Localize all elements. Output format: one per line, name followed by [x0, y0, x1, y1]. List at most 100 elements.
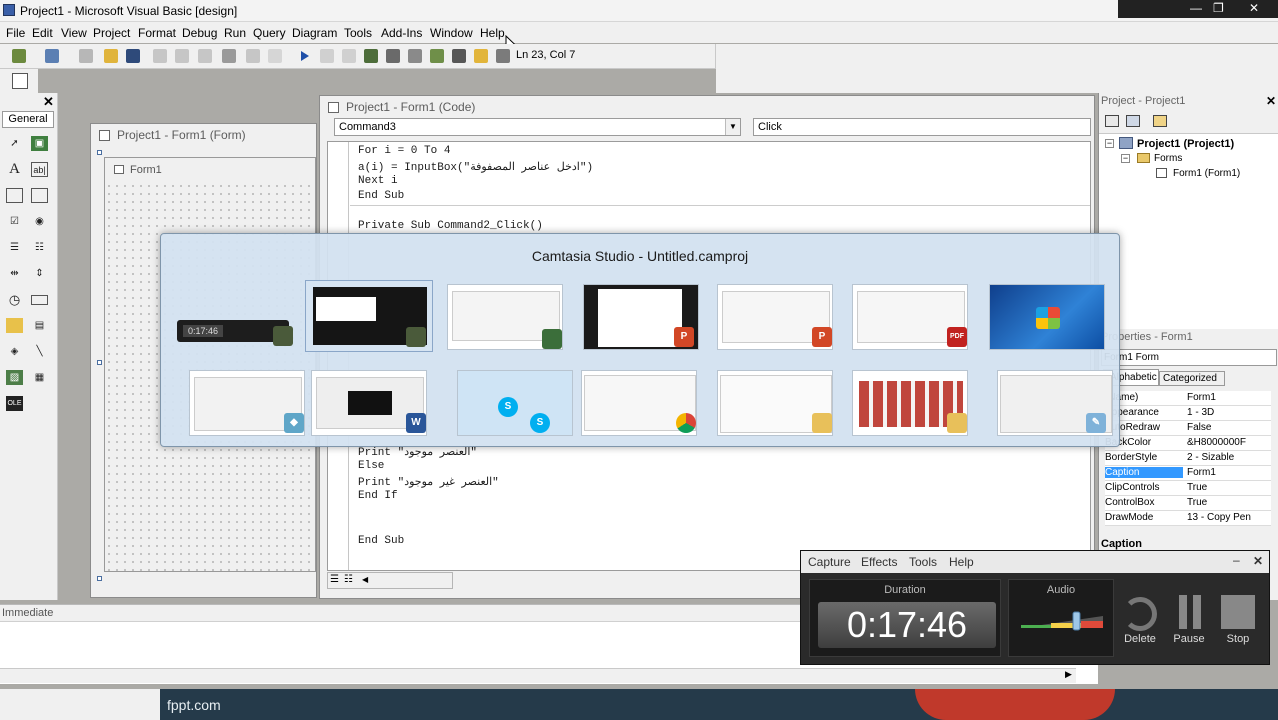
close-icon[interactable]: ✕: [1249, 1, 1259, 15]
start-icon[interactable]: [300, 51, 310, 61]
property-row[interactable]: ControlBox True: [1105, 496, 1271, 511]
collapse-icon[interactable]: −: [1105, 139, 1114, 148]
timer-tool-icon[interactable]: ◷: [6, 292, 23, 307]
object-browser-icon[interactable]: [430, 49, 444, 63]
recorder-menu-help[interactable]: Help: [949, 555, 974, 569]
thumb-skype[interactable]: S S: [457, 370, 573, 436]
recorder-close-icon[interactable]: ✕: [1253, 554, 1263, 568]
code-line[interactable]: Print "العنصر غير موجود": [358, 475, 499, 489]
break-icon[interactable]: [320, 49, 334, 63]
property-row[interactable]: BackColor &H8000000F: [1105, 436, 1271, 451]
code-window-caption[interactable]: Project1 - Form1 (Code): [320, 96, 1094, 118]
resize-handle[interactable]: [97, 150, 102, 155]
resize-handle[interactable]: [97, 576, 102, 581]
properties-window-icon[interactable]: [386, 49, 400, 63]
thumb-explorer-window[interactable]: ◆: [189, 370, 305, 436]
thumb-word-doc[interactable]: W: [311, 370, 427, 436]
property-row[interactable]: ClipControls True: [1105, 481, 1271, 496]
thumb-folder-grid[interactable]: [852, 370, 968, 436]
visual-data-manager-icon[interactable]: [12, 73, 28, 89]
property-value[interactable]: True: [1187, 497, 1207, 508]
ole-tool-icon[interactable]: OLE: [6, 396, 23, 411]
property-value[interactable]: 2 - Sizable: [1187, 452, 1234, 463]
project-explorer-icon[interactable]: [364, 49, 378, 63]
thumb-folder-list[interactable]: [717, 370, 833, 436]
menu-debug[interactable]: Debug: [182, 26, 217, 40]
thumb-camtasia-studio[interactable]: [305, 280, 433, 352]
thumb-windows7-desktop[interactable]: [989, 284, 1105, 350]
thumb-powerpoint-doc[interactable]: P: [717, 284, 833, 350]
resize-handle[interactable]: [97, 360, 102, 365]
filelist-tool-icon[interactable]: ▤: [31, 318, 48, 333]
project-close-icon[interactable]: ✕: [1266, 94, 1276, 108]
thumb-chrome[interactable]: [581, 370, 697, 436]
property-row[interactable]: AutoRedraw False: [1105, 421, 1271, 436]
menu-view[interactable]: View: [61, 26, 87, 40]
option-button-tool-icon[interactable]: ◉: [31, 214, 48, 229]
property-value[interactable]: 1 - 3D: [1187, 407, 1214, 418]
full-module-view-icon[interactable]: ☷: [344, 574, 353, 585]
view-object-icon[interactable]: [1126, 115, 1140, 127]
property-value[interactable]: 13 - Copy Pen: [1187, 512, 1251, 523]
menu-window[interactable]: Window: [430, 26, 473, 40]
recorder-menu-effects[interactable]: Effects: [861, 555, 897, 569]
property-value[interactable]: True: [1187, 482, 1207, 493]
menu-editor-icon[interactable]: [79, 49, 93, 63]
code-line[interactable]: For i = 0 To 4: [358, 145, 450, 157]
menu-run[interactable]: Run: [224, 26, 246, 40]
property-row[interactable]: Appearance 1 - 3D: [1105, 406, 1271, 421]
code-line[interactable]: a(i) = InputBox("ادخل عناصر المصفوفة"): [358, 160, 593, 174]
thumb-visual-basic[interactable]: [447, 284, 563, 350]
picturebox-tool-icon[interactable]: ▣: [31, 136, 48, 151]
data-view-icon[interactable]: [474, 49, 488, 63]
audio-level-slider[interactable]: [1019, 608, 1105, 632]
property-row[interactable]: (Name) Form1: [1105, 391, 1271, 406]
property-value[interactable]: False: [1187, 422, 1211, 433]
thumb-powerpoint-slides[interactable]: P: [583, 284, 699, 350]
toolbox-icon[interactable]: [452, 49, 466, 63]
menu-edit[interactable]: Edit: [32, 26, 53, 40]
recorder-menu-capture[interactable]: Capture: [808, 555, 851, 569]
undo-icon[interactable]: [246, 49, 260, 63]
thumb-camtasia-recorder[interactable]: 0:17:46: [177, 284, 293, 350]
procedure-view-icon[interactable]: ☰: [330, 574, 339, 585]
property-value[interactable]: &H8000000F: [1187, 437, 1246, 448]
minimize-button[interactable]: [1118, 0, 1170, 18]
forms-folder-node[interactable]: Forms: [1154, 153, 1182, 164]
form-layout-icon[interactable]: [408, 49, 422, 63]
pointer-tool-icon[interactable]: ➚: [6, 136, 23, 151]
menu-file[interactable]: File: [6, 26, 25, 40]
object-selector[interactable]: Form1 Form: [1101, 349, 1277, 366]
form-designer-caption[interactable]: Project1 - Form1 (Form): [91, 124, 316, 146]
property-value[interactable]: Form1: [1187, 392, 1216, 403]
label-tool-icon[interactable]: A: [6, 162, 23, 177]
menu-diagram[interactable]: Diagram: [292, 26, 337, 40]
combobox-tool-icon[interactable]: ☰: [6, 240, 23, 255]
immediate-hscroll[interactable]: [0, 668, 1076, 683]
add-form-icon[interactable]: [45, 49, 59, 63]
toolbox-close-icon[interactable]: ✕: [43, 94, 54, 110]
menu-help[interactable]: Help: [480, 26, 505, 40]
open-project-icon[interactable]: [104, 49, 118, 63]
component-manager-icon[interactable]: [496, 49, 510, 63]
find-icon[interactable]: [222, 49, 236, 63]
hscrollbar-tool-icon[interactable]: ⇹: [6, 266, 23, 281]
thumb-pdf-doc[interactable]: PDF: [852, 284, 968, 350]
tab-categorized[interactable]: Categorized: [1159, 371, 1225, 386]
shape-tool-icon[interactable]: ◈: [6, 344, 23, 359]
paste-icon[interactable]: [198, 49, 212, 63]
frame-tool-icon[interactable]: [6, 188, 23, 203]
property-value[interactable]: Form1: [1187, 467, 1216, 478]
add-project-icon[interactable]: [12, 49, 26, 63]
dirlist-tool-icon[interactable]: [6, 318, 23, 333]
code-line[interactable]: End Sub: [358, 535, 404, 547]
redo-icon[interactable]: [268, 49, 282, 63]
toggle-folders-icon[interactable]: [1153, 115, 1167, 127]
thumb-paint[interactable]: ✎: [997, 370, 1113, 436]
code-line[interactable]: Print "العنصر موجود": [358, 445, 477, 459]
form1-node[interactable]: Form1 (Form1): [1173, 168, 1240, 179]
property-row[interactable]: Caption Form1: [1105, 466, 1271, 481]
command-button-tool-icon[interactable]: [31, 188, 48, 203]
scroll-left-icon[interactable]: ◀: [362, 575, 368, 584]
line-tool-icon[interactable]: ╲: [31, 344, 48, 359]
